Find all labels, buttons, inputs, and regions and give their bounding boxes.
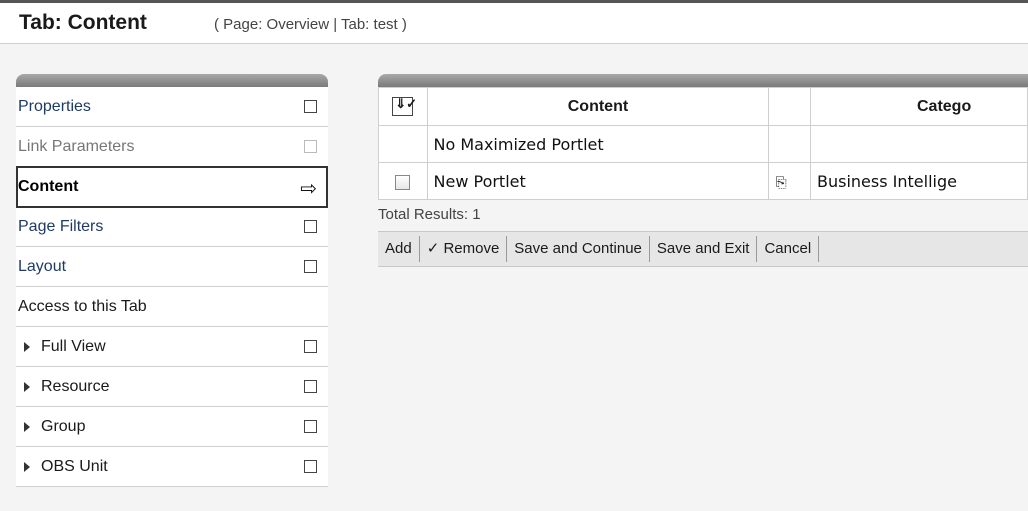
expand-triangle-icon[interactable] [24,342,30,352]
title-bar: Tab: Content ( Page: Overview | Tab: tes… [0,0,1028,44]
arrow-right-icon: ⇨ [300,178,317,200]
icon-cell [768,125,811,163]
menu-item-resource[interactable]: Resource [16,367,328,407]
menu-item-label: Page Filters [18,218,104,235]
status-box-icon [304,420,317,433]
menu-item-label: Group [41,418,86,435]
save-and-exit-button[interactable]: Save and Exit [650,236,758,262]
menu-item-page-filters[interactable]: Page Filters [16,207,328,247]
action-toolbar: Add ✓ Remove Save and Continue Save and … [378,231,1028,267]
content-cell[interactable]: New Portlet [426,162,770,200]
status-box-icon [304,380,317,393]
status-box-icon [304,220,317,233]
page-title: Tab: Content [19,11,147,34]
expand-triangle-icon[interactable] [24,422,30,432]
left-menu: Properties Link Parameters Content ⇨ Pag… [16,74,328,487]
sort-select-icon[interactable]: ⇓✓ [392,96,417,116]
save-and-continue-button[interactable]: Save and Continue [507,236,650,262]
breadcrumb: ( Page: Overview | Tab: test ) [214,16,407,33]
column-header-category[interactable]: Catego [810,87,1028,126]
status-box-icon [304,460,317,473]
content-panel: ⇓✓ Content Catego No Maximized Portlet N… [378,74,1028,267]
cancel-button[interactable]: Cancel [757,236,820,262]
menu-item-label: Resource [41,378,110,395]
menu-section-access: Access to this Tab [16,287,328,327]
menu-item-label: Layout [18,258,67,275]
panel-header-bar [378,74,1028,87]
category-cell: Business Intellige [810,162,1028,200]
category-cell [810,125,1028,163]
content-table: ⇓✓ Content Catego No Maximized Portlet N… [378,87,1028,200]
menu-header-bar [16,74,328,87]
remove-button[interactable]: ✓ Remove [420,236,508,262]
status-box-icon [304,140,317,153]
copy-document-icon[interactable]: ⎘ [769,175,786,191]
menu-section-label: Access to this Tab [18,298,147,315]
content-cell: No Maximized Portlet [426,125,770,163]
column-header-icon [768,87,811,126]
icon-cell: ⎘ [768,162,811,200]
table-header-row: ⇓✓ Content Catego [378,87,1028,126]
add-button[interactable]: Add [378,236,420,262]
menu-item-label: Properties [18,98,91,115]
menu-item-content[interactable]: Content ⇨ [16,166,328,208]
status-box-icon [304,260,317,273]
total-results: Total Results: 1 [378,206,481,223]
row-select-cell [378,162,428,200]
menu-item-label: Link Parameters [18,138,135,155]
row-select-cell [378,125,428,163]
menu-item-group[interactable]: Group [16,407,328,447]
column-header-content[interactable]: Content [426,87,770,126]
menu-item-obs-unit[interactable]: OBS Unit [16,447,328,487]
menu-item-label: Content [18,178,79,195]
menu-item-properties[interactable]: Properties [16,87,328,127]
status-box-icon [304,100,317,113]
status-box-icon [304,340,317,353]
row-checkbox[interactable] [395,174,411,190]
table-row: New Portlet ⎘ Business Intellige [378,162,1028,200]
menu-item-link-parameters: Link Parameters [16,127,328,167]
menu-item-label: Full View [41,338,106,355]
menu-item-label: OBS Unit [41,458,108,475]
menu-item-full-view[interactable]: Full View [16,327,328,367]
expand-triangle-icon[interactable] [24,382,30,392]
select-column-header[interactable]: ⇓✓ [378,87,428,126]
table-row: No Maximized Portlet [378,125,1028,163]
expand-triangle-icon[interactable] [24,462,30,472]
menu-item-layout[interactable]: Layout [16,247,328,287]
